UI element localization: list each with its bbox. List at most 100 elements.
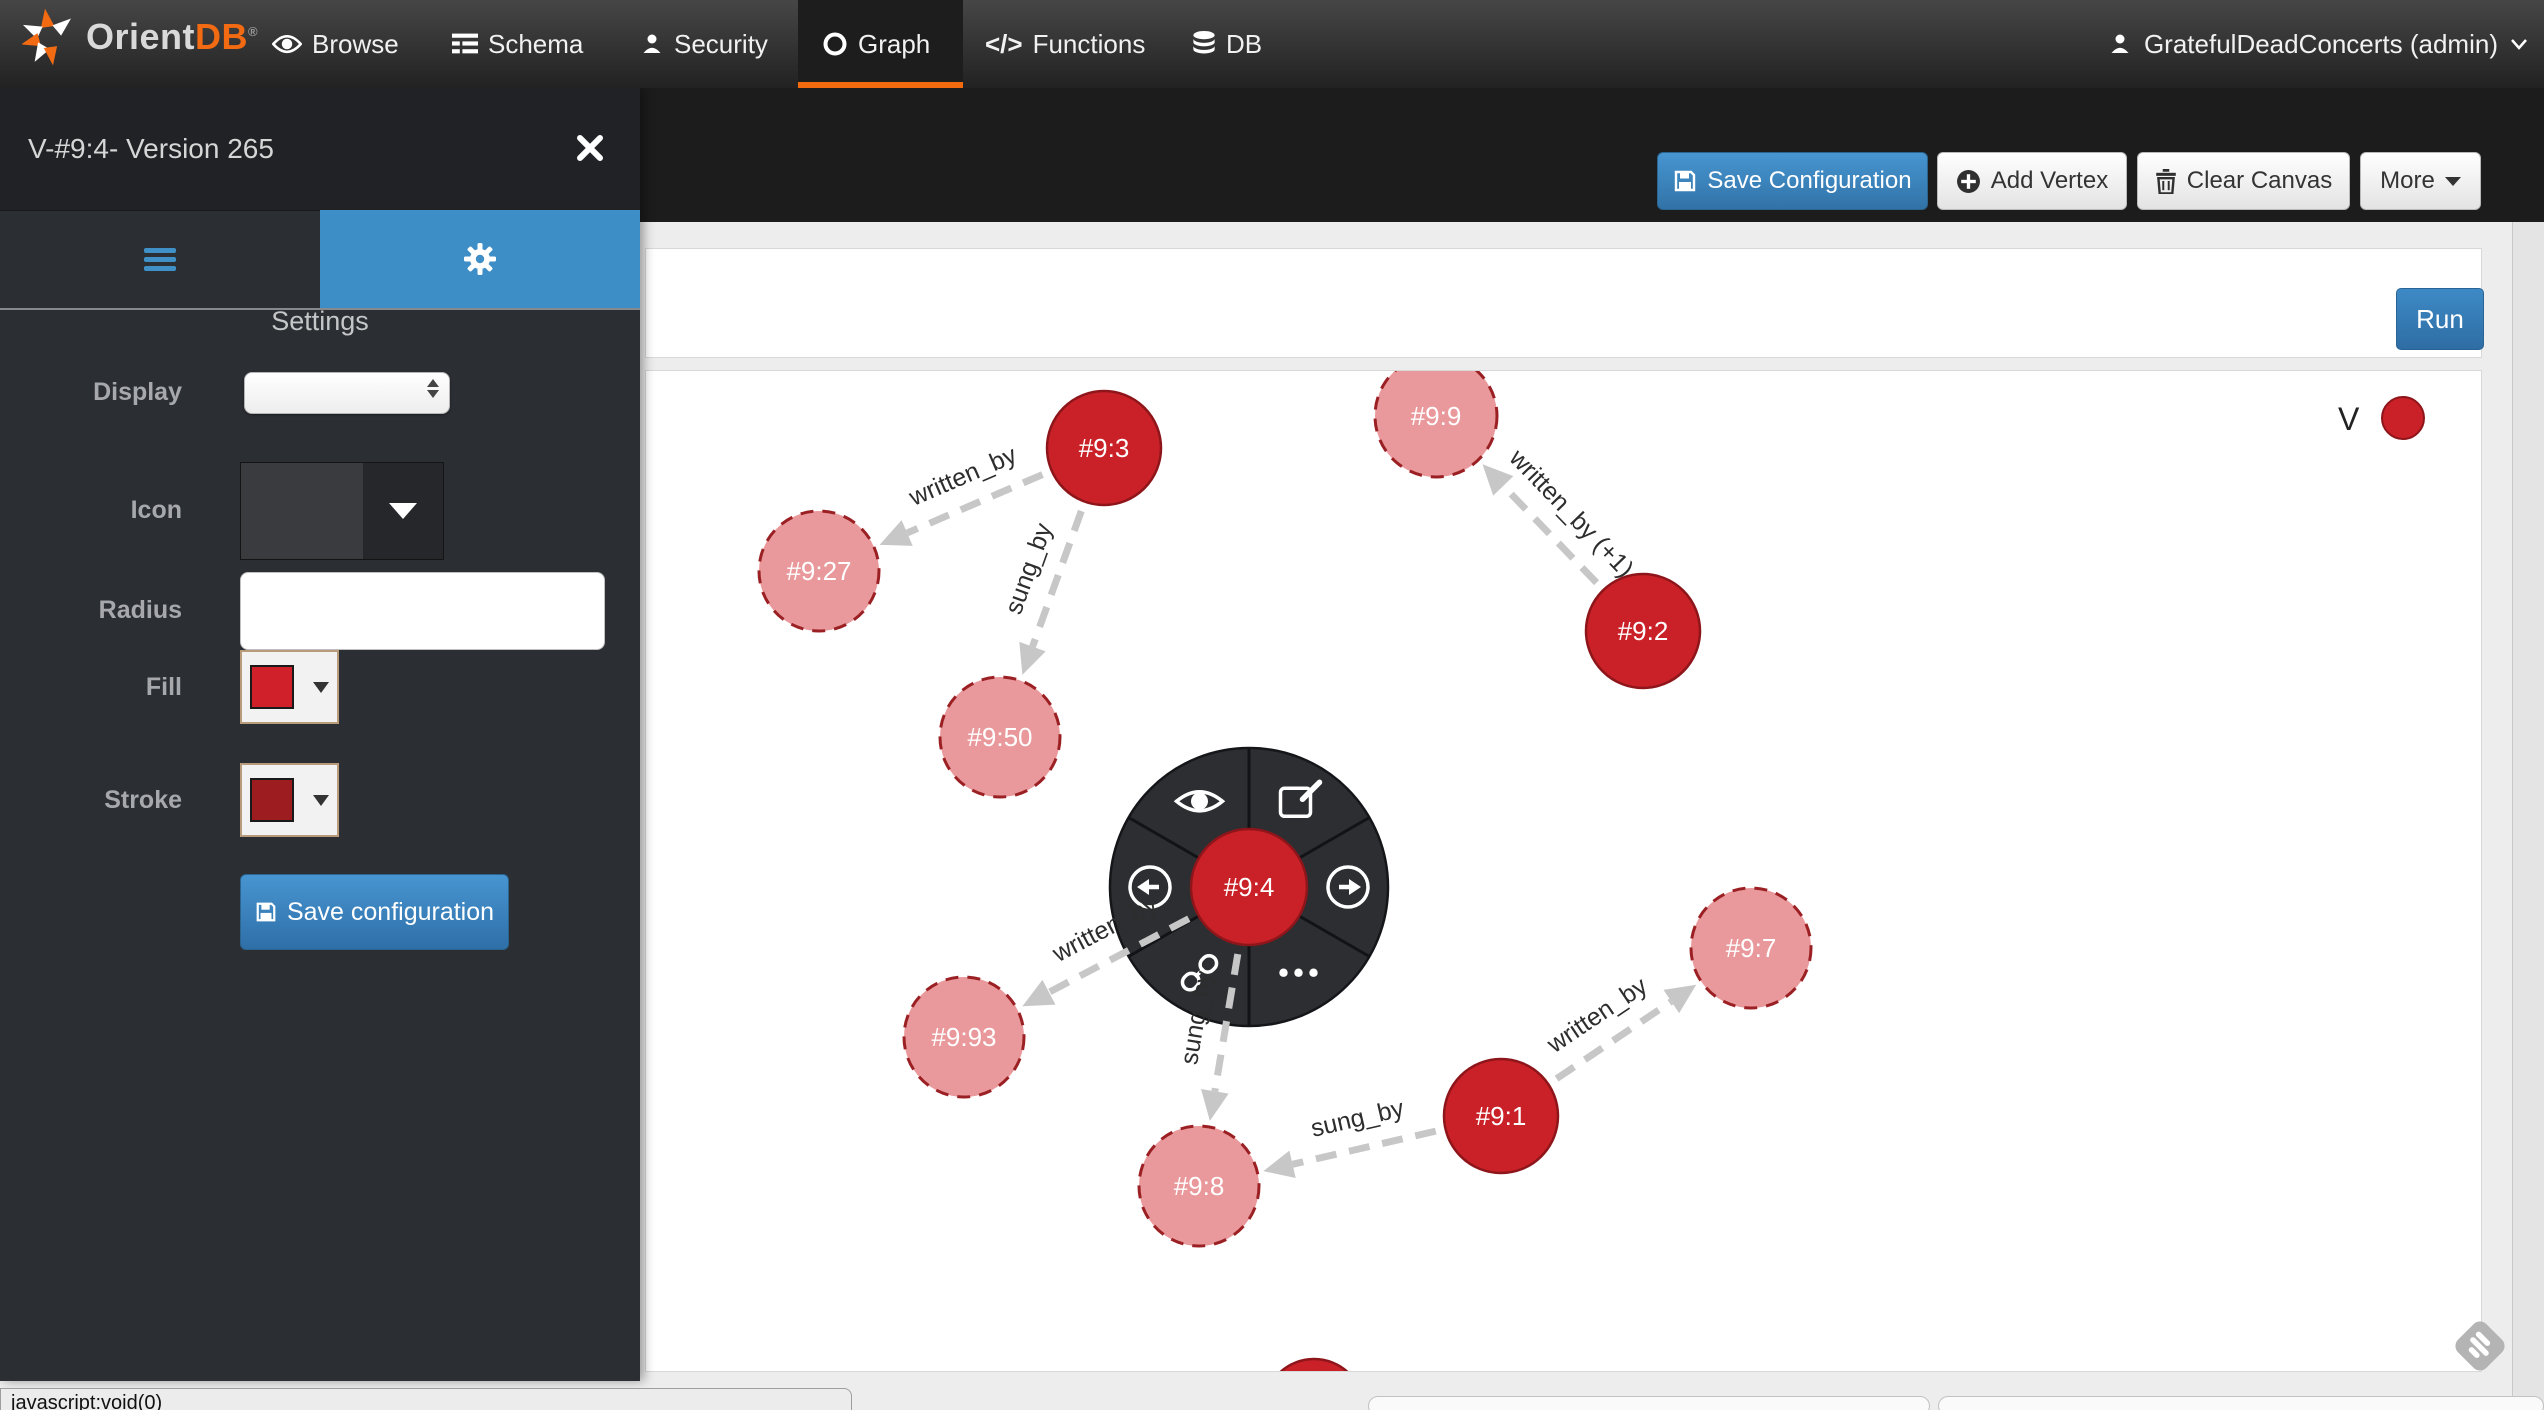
- graph-node-partial[interactable]: [1264, 1359, 1364, 1372]
- code-icon: </>: [985, 29, 1023, 60]
- radius-label: Radius: [0, 596, 182, 625]
- chevron-down-icon: [2510, 38, 2528, 50]
- save-configuration-panel-button[interactable]: Save configuration: [240, 874, 509, 950]
- right-scroll-column[interactable]: [2512, 88, 2544, 1410]
- triangle-down-icon: [313, 795, 329, 806]
- node-rid-label: #9:9: [1411, 401, 1462, 431]
- query-bar[interactable]: Run: [645, 248, 2482, 358]
- fill-color-picker[interactable]: [240, 650, 339, 724]
- edge-arrowhead: [1664, 985, 1697, 1013]
- graph-node-#9:9[interactable]: #9:9: [1375, 371, 1497, 477]
- graph-edge[interactable]: written_by: [1541, 972, 1696, 1079]
- user-icon: [640, 32, 664, 56]
- canvas-corner-widget[interactable]: [2452, 1318, 2508, 1374]
- edge-arrowhead: [1263, 1151, 1295, 1178]
- graph-node-#9:7[interactable]: #9:7: [1691, 888, 1811, 1008]
- node-circle[interactable]: [1264, 1359, 1364, 1372]
- panel-title: V-#9:4- Version 265: [28, 88, 274, 210]
- node-rid-label: #9:1: [1476, 1101, 1527, 1131]
- graph-node-#9:4[interactable]: #9:4: [1191, 829, 1307, 945]
- vertex-settings-panel: V-#9:4- Version 265: [0, 88, 640, 1381]
- nav-graph[interactable]: Graph: [822, 0, 930, 88]
- node-rid-label: #9:4: [1224, 872, 1275, 902]
- stroke-label: Stroke: [0, 786, 182, 815]
- class-legend: V: [2338, 397, 2424, 439]
- icon-dropdown[interactable]: [240, 462, 444, 560]
- graph-node-#9:93[interactable]: #9:93: [904, 977, 1024, 1097]
- run-query-button[interactable]: Run: [2396, 288, 2484, 350]
- graph-edge[interactable]: written_by: [880, 441, 1043, 546]
- nav-browse[interactable]: Browse: [272, 0, 399, 88]
- graph-node-#9:3[interactable]: #9:3: [1047, 391, 1161, 505]
- graph-edge[interactable]: sung_by: [1000, 511, 1082, 675]
- node-rid-label: #9:2: [1618, 616, 1669, 646]
- browser-status-tooltip: javascript:void(0): [0, 1388, 852, 1410]
- orientdb-logo[interactable]: OrientDB®: [22, 6, 258, 68]
- top-navbar: OrientDB® Browse Schema Security: [0, 0, 2544, 88]
- tab-settings[interactable]: [320, 210, 640, 308]
- graph-node-#9:2[interactable]: #9:2: [1586, 574, 1700, 688]
- edge-arrowhead: [1201, 1089, 1229, 1121]
- graph-edge[interactable]: written_by (+1): [1482, 443, 1639, 583]
- stroke-color-picker[interactable]: [240, 763, 339, 837]
- add-vertex-button[interactable]: Add Vertex: [1937, 152, 2127, 210]
- orientdb-wordmark: OrientDB®: [86, 16, 258, 58]
- edge-label: written_by (+1): [1503, 443, 1639, 583]
- eye-pupil: [1191, 793, 1208, 810]
- menu-icon: [144, 244, 176, 275]
- scrollbar-handle[interactable]: [1368, 1396, 1930, 1410]
- save-icon: [255, 901, 277, 923]
- edge-label: sung_by: [1000, 519, 1059, 618]
- circle-o-icon: [822, 31, 848, 57]
- icon-label: Icon: [0, 496, 182, 525]
- panel-header: V-#9:4- Version 265: [0, 88, 640, 211]
- clear-canvas-button[interactable]: Clear Canvas: [2137, 152, 2350, 210]
- select-arrows-icon: [427, 379, 439, 398]
- ellipsis-icon: [1279, 969, 1287, 977]
- display-select[interactable]: [244, 372, 450, 414]
- radius-input[interactable]: [240, 572, 605, 650]
- nav-db[interactable]: DB: [1192, 0, 1262, 88]
- dropdown-arrow: [363, 463, 443, 559]
- orientdb-studio-screen: OrientDB® Browse Schema Security: [0, 0, 2544, 1410]
- user-icon: [2108, 32, 2132, 56]
- graph-node-#9:8[interactable]: #9:8: [1139, 1126, 1259, 1246]
- legend-class-label: V: [2338, 401, 2360, 437]
- eye-icon: [272, 34, 302, 54]
- icon-preview: [241, 463, 363, 559]
- orientdb-starburst-icon: [22, 6, 76, 68]
- nav-security[interactable]: Security: [640, 0, 768, 88]
- graph-node-#9:50[interactable]: #9:50: [940, 677, 1060, 797]
- database-icon: [1192, 31, 1216, 57]
- node-rid-label: #9:8: [1174, 1171, 1225, 1201]
- node-rid-label: #9:93: [931, 1022, 996, 1052]
- nav-schema[interactable]: Schema: [452, 0, 583, 88]
- node-rid-label: #9:3: [1079, 433, 1130, 463]
- more-button[interactable]: More: [2360, 152, 2481, 210]
- fill-color-swatch: [250, 665, 294, 709]
- edge-arrowhead: [1022, 980, 1055, 1006]
- radial-more-button[interactable]: [1279, 969, 1317, 977]
- save-icon: [1673, 169, 1697, 193]
- node-rid-label: #9:50: [967, 722, 1032, 752]
- fill-label: Fill: [0, 673, 182, 702]
- triangle-down-icon: [389, 503, 417, 519]
- close-icon[interactable]: [574, 132, 606, 164]
- save-configuration-button[interactable]: Save Configuration: [1657, 152, 1928, 210]
- legend-vertex-swatch: [2382, 397, 2424, 439]
- edge-label: written_by: [1541, 972, 1652, 1060]
- edge-label: written_by: [904, 441, 1021, 512]
- graph-node-#9:27[interactable]: #9:27: [759, 511, 879, 631]
- edge-arrowhead: [1019, 642, 1045, 675]
- ellipsis-icon: [1309, 969, 1317, 977]
- nav-functions[interactable]: </> Functions: [985, 0, 1145, 88]
- graph-canvas[interactable]: V written_by sung_by written_by (+1) writte…: [645, 370, 2482, 1372]
- tab-properties[interactable]: [0, 210, 320, 308]
- graph-node-#9:1[interactable]: #9:1: [1444, 1059, 1558, 1173]
- user-menu[interactable]: GratefulDeadConcerts (admin): [2108, 0, 2528, 88]
- node-rid-label: #9:27: [786, 556, 851, 586]
- graph-edge[interactable]: sung_by: [1263, 1094, 1435, 1178]
- trash-icon: [2155, 169, 2177, 194]
- scrollbar-handle[interactable]: [1938, 1396, 2544, 1410]
- triangle-down-icon: [313, 682, 329, 693]
